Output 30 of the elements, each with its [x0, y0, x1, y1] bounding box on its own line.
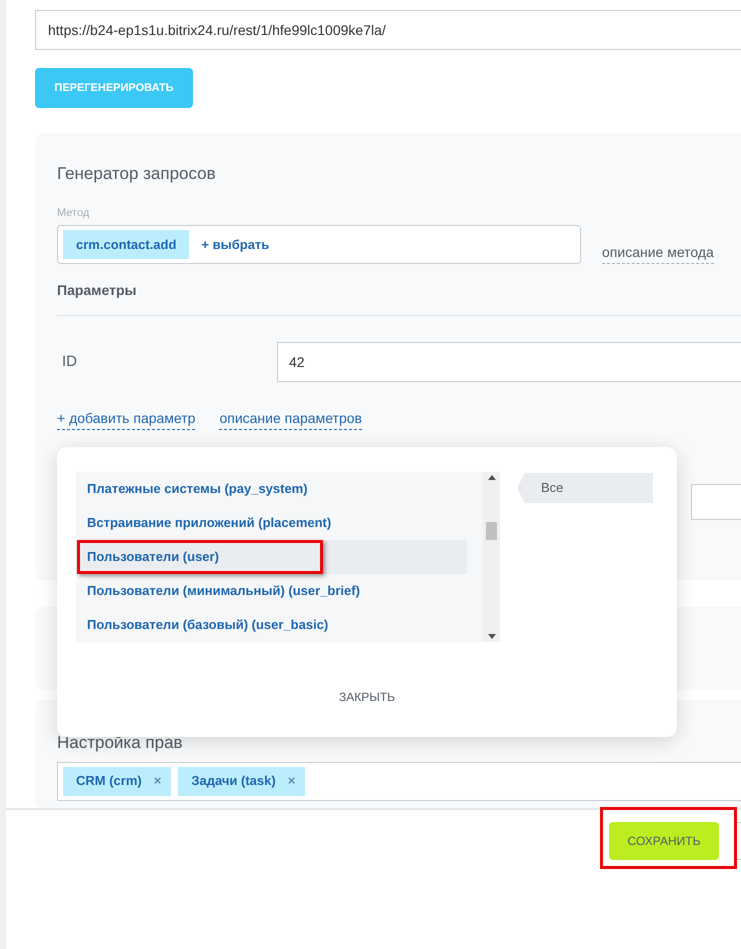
section-title: Параметры — [57, 281, 137, 300]
method-tag: crm.contact.add — [63, 230, 190, 259]
url-field[interactable]: https://b24-ep1s1u.bitrix24.ru/rest/1/hfe99lc1009ke7la/ — [35, 10, 741, 50]
input-field[interactable] — [691, 484, 741, 520]
panel-title: Настройка прав — [57, 732, 183, 754]
save-button[interactable]: СОХРАНИТЬ — [609, 822, 719, 860]
method-description-link[interactable]: описание метода — [602, 242, 714, 264]
add-parameter-link[interactable]: + добавить параметр — [57, 408, 196, 430]
scroll-thumb[interactable] — [486, 522, 497, 540]
method-field[interactable]: crm.contact.add + выбрать — [57, 225, 581, 264]
filter-tag[interactable]: Все — [517, 473, 653, 503]
scope-item[interactable]: Пользователи (минимальный) (user_brief) — [76, 574, 467, 608]
tag-label: Задачи (task) — [191, 772, 276, 790]
scope-item[interactable]: Встраивание приложений (placement) — [76, 506, 467, 540]
method-label: Метод — [57, 206, 90, 220]
scope-item[interactable]: Пользователи (базовый) (user_basic) — [76, 608, 467, 642]
tag-remove-button[interactable]: × — [288, 771, 296, 791]
permissions-field[interactable]: CRM (crm) × Задачи (task) × — [57, 762, 741, 800]
scroll-down-icon[interactable] — [488, 634, 496, 639]
close-button[interactable]: ЗАКРЫТЬ — [330, 688, 404, 706]
tag-remove-button[interactable]: × — [154, 771, 162, 791]
scrollbar[interactable] — [483, 472, 500, 642]
param-value-field[interactable]: 42 — [277, 342, 741, 382]
scroll-up-icon[interactable] — [488, 475, 496, 480]
tag-label: CRM (crm) — [76, 772, 142, 790]
choose-link[interactable]: + выбрать — [201, 234, 270, 254]
param-name: ID — [61, 352, 78, 372]
scope-item[interactable]: Платежные системы (pay_system) — [76, 472, 467, 506]
panel-title: Генератор запросов — [57, 163, 216, 185]
parameters-description-link[interactable]: описание параметров — [219, 408, 362, 430]
